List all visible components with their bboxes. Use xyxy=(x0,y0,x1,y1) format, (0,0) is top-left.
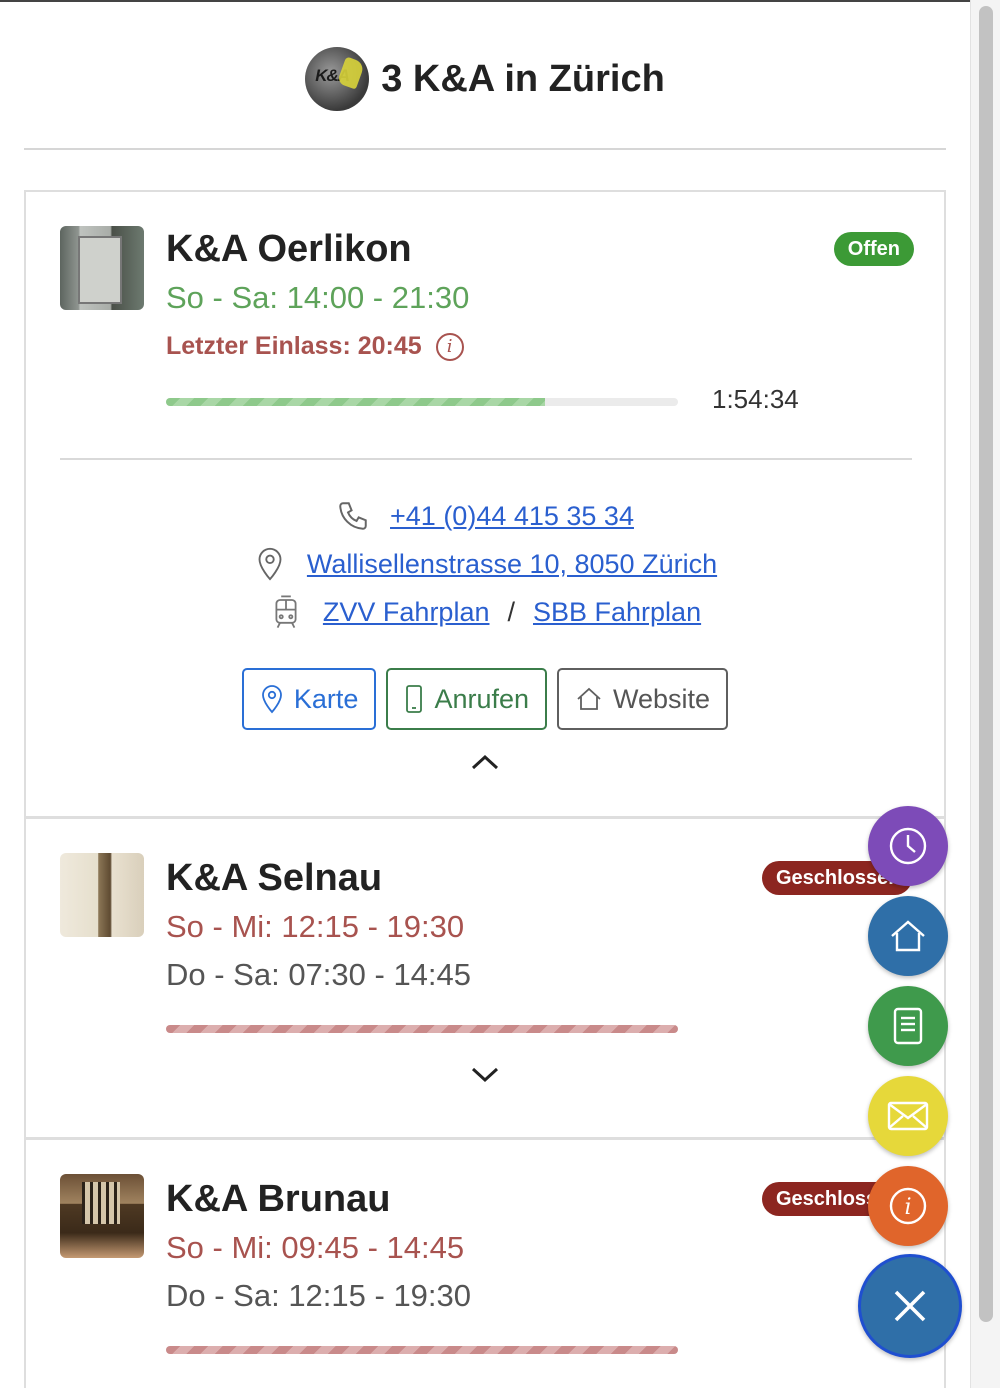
location-card-brunau[interactable]: K&A Brunau Geschlossen So - Mi: 09:45 - … xyxy=(26,1140,944,1388)
location-photo xyxy=(60,226,144,310)
transit-row: ZVV Fahrplan / SBB Fahrplan xyxy=(26,594,944,630)
location-photo xyxy=(60,853,144,937)
mobile-phone-icon xyxy=(406,685,423,713)
opening-hours: So - Sa: 14:00 - 21:30 xyxy=(166,280,470,315)
progress-fill xyxy=(166,398,545,406)
opening-progress-bar xyxy=(166,1346,678,1354)
location-name: K&A Brunau xyxy=(166,1178,391,1220)
opening-progress-bar xyxy=(166,398,678,406)
locations-panel: K&A Oerlikon Offen So - Sa: 14:00 - 21:3… xyxy=(24,190,946,1388)
address-link[interactable]: Wallisellenstrasse 10, 8050 Zürich xyxy=(307,549,717,580)
phone-row: +41 (0)44 415 35 34 xyxy=(26,498,944,534)
map-pin-icon xyxy=(262,685,282,714)
fab-mail[interactable] xyxy=(868,1076,948,1156)
fab-opening-hours[interactable] xyxy=(868,806,948,886)
location-card-selnau[interactable]: K&A Selnau Geschlossen So - Mi: 12:15 - … xyxy=(26,819,944,1137)
location-photo xyxy=(60,1174,144,1258)
document-icon xyxy=(893,1007,923,1045)
close-icon xyxy=(894,1290,926,1322)
fab-info[interactable]: i xyxy=(868,1166,948,1246)
scrollbar[interactable] xyxy=(970,0,1000,1388)
scrollbar-thumb[interactable] xyxy=(979,6,993,1322)
tram-icon xyxy=(269,594,303,630)
window-top-border xyxy=(0,0,970,2)
last-entry: Letzter Einlass: 20:45 i xyxy=(166,332,464,361)
map-button-label: Karte xyxy=(293,683,359,714)
address-row: Wallisellenstrasse 10, 8050 Zürich xyxy=(26,546,944,582)
call-button[interactable]: Anrufen xyxy=(386,668,548,730)
phone-icon xyxy=(336,498,370,534)
clock-icon xyxy=(889,827,927,865)
svg-text:i: i xyxy=(904,1195,911,1220)
last-entry-text: Letzter Einlass: 20:45 xyxy=(166,332,422,360)
page-title: 3 K&A in Zürich xyxy=(381,57,665,100)
opening-progress-bar xyxy=(166,1025,678,1033)
fab-home[interactable] xyxy=(868,896,948,976)
location-name: K&A Selnau xyxy=(166,857,383,899)
sbb-timetable-link[interactable]: SBB Fahrplan xyxy=(533,597,701,628)
fab-close[interactable] xyxy=(858,1254,962,1358)
home-icon xyxy=(577,687,601,710)
opening-hours-secondary: Do - Sa: 07:30 - 14:45 xyxy=(166,957,472,992)
location-card-oerlikon[interactable]: K&A Oerlikon Offen So - Sa: 14:00 - 21:3… xyxy=(26,192,944,816)
action-buttons: Karte Anrufen Website xyxy=(26,668,944,730)
location-pin-icon xyxy=(253,546,287,582)
opening-hours-secondary: Do - Sa: 12:15 - 19:30 xyxy=(166,1278,472,1313)
card-divider xyxy=(60,458,912,460)
zvv-timetable-link[interactable]: ZVV Fahrplan xyxy=(323,597,490,628)
call-button-label: Anrufen xyxy=(434,683,530,714)
chevron-up-icon[interactable] xyxy=(470,752,500,772)
phone-link[interactable]: +41 (0)44 415 35 34 xyxy=(390,501,634,532)
ka-logo: K&A xyxy=(305,47,370,111)
website-button-label: Website xyxy=(613,683,711,714)
page-header: K&A 3 K&A in Zürich xyxy=(24,40,946,150)
countdown-timer: 1:54:34 xyxy=(712,384,799,414)
envelope-icon xyxy=(887,1101,929,1131)
website-button[interactable]: Website xyxy=(557,668,729,730)
info-icon: i xyxy=(889,1187,927,1225)
map-button[interactable]: Karte xyxy=(241,668,377,730)
status-badge: Offen xyxy=(833,232,914,266)
link-separator: / xyxy=(507,596,515,627)
chevron-down-icon[interactable] xyxy=(470,1065,500,1085)
opening-hours-primary: So - Mi: 12:15 - 19:30 xyxy=(166,909,465,944)
fab-document[interactable] xyxy=(868,986,948,1066)
info-icon[interactable]: i xyxy=(435,332,464,361)
home-icon xyxy=(891,920,925,952)
location-name: K&A Oerlikon xyxy=(166,228,412,270)
opening-hours-primary: So - Mi: 09:45 - 14:45 xyxy=(166,1230,465,1265)
